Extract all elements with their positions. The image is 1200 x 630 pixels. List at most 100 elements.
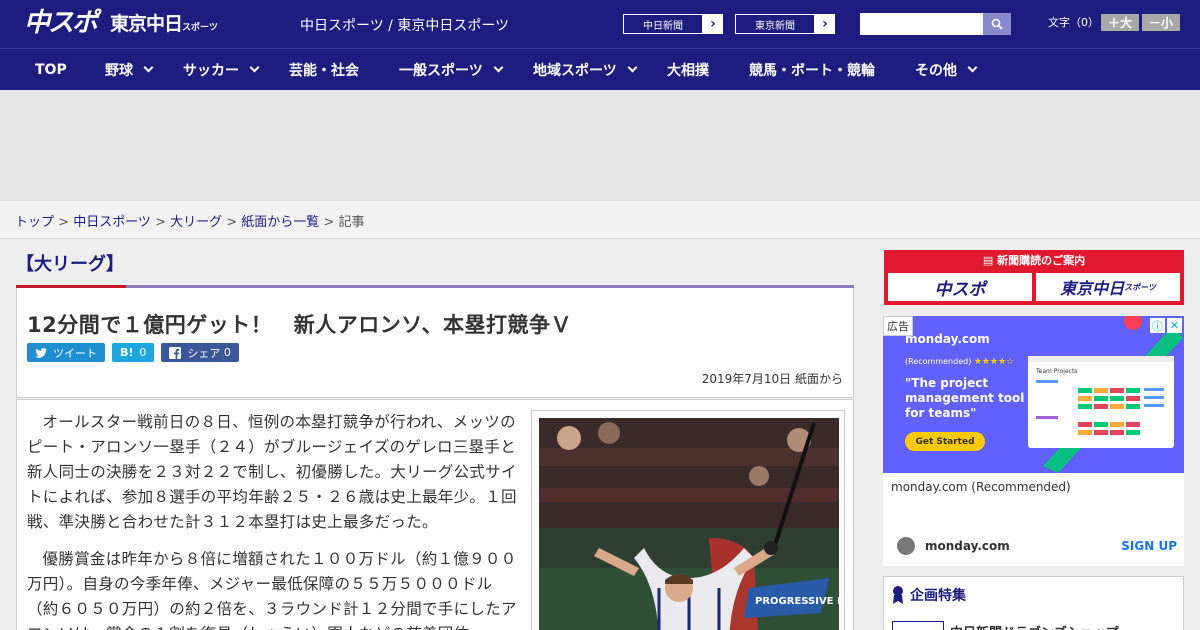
logo-tokyo-chunichi[interactable]: 東京中日スポーツ — [110, 12, 218, 40]
breadcrumb-mlb[interactable]: 大リーグ — [170, 215, 222, 230]
breadcrumb-sep: > — [222, 215, 242, 230]
ad-screen-title: Team Projects — [1036, 368, 1078, 375]
ad-info-icon[interactable]: ⓘ — [1150, 318, 1165, 333]
ad-caption[interactable]: monday.com (Recommended) — [891, 480, 1071, 494]
breadcrumb-current: 記事 — [338, 215, 365, 230]
chevron-down-icon — [143, 62, 154, 73]
ad-visual[interactable]: 広告 ⓘ ✕ monday.com (Recommended) ★★★★☆ "T… — [883, 316, 1184, 473]
nav-label: 一般スポーツ — [399, 62, 483, 79]
top-ad-area — [0, 90, 1200, 200]
logo-tokyo-small: スポーツ — [182, 23, 218, 33]
subscription-title-text: 新聞購読のご案内 — [997, 254, 1086, 267]
ad-headline: "The project management tool for teams" — [905, 376, 1025, 420]
player-photo-illustration: PROGRESSIVE FIELD — [539, 418, 839, 630]
nav-label: その他 — [915, 62, 957, 79]
nav-top[interactable]: TOP — [35, 49, 67, 90]
chevron-down-icon — [249, 62, 260, 73]
category-heading: 【大リーグ】 — [16, 254, 124, 275]
ad-domain[interactable]: monday.com — [925, 539, 1010, 553]
subscription-title: ▤ 新聞購読のご案内 — [884, 252, 1184, 268]
breadcrumb-chunichi-sports[interactable]: 中日スポーツ — [73, 215, 151, 230]
logo-tokyo-text: 東京中日 — [110, 13, 183, 35]
breadcrumb-top[interactable]: トップ — [15, 215, 54, 230]
article-text: オールスター戦前日の８日、恒例の本塁打競争が行われ、メッツのピート・アロンソ一塁… — [27, 410, 517, 630]
ad-brand: monday.com — [905, 332, 990, 346]
search-input[interactable] — [860, 13, 983, 35]
site-header: 中スポ 東京中日スポーツ 中日スポーツ / 東京中日スポーツ 中日新聞 › 東京… — [0, 0, 1200, 48]
article-paragraph: オールスター戦前日の８日、恒例の本塁打競争が行われ、メッツのピート・アロンソ一塁… — [27, 413, 517, 531]
font-size-label: 文字（0） — [1048, 16, 1099, 29]
globe-icon — [897, 537, 915, 555]
article-title: 12分間で１億円ゲット！ 新人アロンソ、本塁打競争Ｖ — [27, 313, 572, 337]
tokyo-shimbun-button[interactable]: 東京新聞 › — [734, 13, 836, 35]
feature-thumbnail — [892, 621, 944, 630]
chevron-right-icon: › — [710, 16, 716, 32]
subscription-logo-tokyo[interactable]: 東京中日 スポーツ — [1036, 273, 1180, 301]
search-icon — [991, 18, 1003, 30]
photo-sign-text: PROGRESSIVE FIELD — [755, 596, 839, 607]
sidebar-ad[interactable]: 広告 ⓘ ✕ monday.com (Recommended) ★★★★☆ "T… — [883, 316, 1184, 566]
ribbon-icon — [893, 586, 903, 604]
subscription-logo-tokyo-small: スポーツ — [1124, 282, 1156, 292]
nav-others[interactable]: その他 — [915, 49, 978, 90]
breadcrumb-paper-list[interactable]: 紙面から一覧 — [241, 215, 319, 230]
breadcrumb: トップ > 中日スポーツ > 大リーグ > 紙面から一覧 > 記事 — [15, 211, 365, 230]
facebook-icon — [169, 346, 182, 359]
ad-reco-text: (Recommended) — [905, 357, 972, 366]
nav-racing[interactable]: 競馬・ボート・競輪 — [749, 49, 875, 90]
ad-screenshot: Team Projects — [1028, 356, 1174, 448]
article-paragraph: 優勝賞金は昨年から８倍に増額された１００万ドル（約１億９００万円）。自身の今季年… — [27, 550, 517, 630]
chevron-right-icon: › — [822, 16, 828, 32]
nav-baseball[interactable]: 野球 — [105, 49, 154, 90]
font-larger-button[interactable]: ＋大 — [1101, 14, 1139, 31]
breadcrumb-sep: > — [319, 215, 339, 230]
search-button[interactable] — [983, 13, 1011, 35]
chunichi-shimbun-button[interactable]: 中日新聞 › — [622, 13, 724, 35]
nav-sumo[interactable]: 大相撲 — [667, 49, 709, 90]
article-body: オールスター戦前日の８日、恒例の本塁打競争が行われ、メッツのピート・アロンソ一塁… — [16, 399, 854, 630]
nav-label: TOP — [35, 61, 67, 78]
article-photo-frame: PROGRESSIVE FIELD — [531, 410, 845, 630]
nav-label: 芸能・社会 — [289, 62, 359, 79]
article-header: 12分間で１億円ゲット！ 新人アロンソ、本塁打競争Ｖ ツイート B! 0 シェア… — [16, 288, 854, 398]
breadcrumb-bar: トップ > 中日スポーツ > 大リーグ > 紙面から一覧 > 記事 — [0, 200, 1200, 239]
nav-soccer[interactable]: サッカー — [183, 49, 260, 90]
tweet-label: ツイート — [53, 346, 97, 360]
article-photo[interactable]: PROGRESSIVE FIELD — [539, 418, 839, 630]
hatena-bookmark-button[interactable]: B! 0 — [112, 343, 155, 362]
chunichi-shimbun-label: 中日新聞 — [623, 14, 703, 34]
ad-reco: (Recommended) ★★★★☆ — [905, 357, 1014, 367]
star-rating-icon: ★★★★☆ — [973, 357, 1015, 367]
font-smaller-button[interactable]: －小 — [1142, 14, 1180, 31]
breadcrumb-sep: > — [150, 215, 171, 230]
subscription-logo-chuspo[interactable]: 中スポ — [888, 273, 1032, 301]
nav-entertainment[interactable]: 芸能・社会 — [289, 49, 359, 90]
article-date: 2019年7月10日 紙面から — [701, 372, 843, 386]
share-row: ツイート B! 0 シェア 0 — [27, 343, 239, 362]
twitter-icon — [35, 347, 47, 358]
ad-controls: ⓘ ✕ — [1150, 318, 1182, 333]
ad-footer: monday.com SIGN UP — [897, 536, 1177, 556]
hatena-count: 0 — [139, 346, 147, 359]
ad-get-started-button[interactable]: Get Started — [905, 432, 985, 451]
main-nav: TOP 野球 サッカー 芸能・社会 一般スポーツ 地域スポーツ 大相撲 競馬・ボ… — [0, 48, 1200, 90]
newspaper-icon: ▤ — [982, 254, 998, 267]
nav-local-sports[interactable]: 地域スポーツ — [533, 49, 638, 90]
tweet-button[interactable]: ツイート — [27, 343, 105, 362]
close-icon[interactable]: ✕ — [1167, 318, 1182, 333]
feature-title: 企画特集 — [910, 588, 966, 604]
logo-chuspo[interactable]: 中スポ — [24, 9, 98, 37]
nav-label: 競馬・ボート・競輪 — [749, 62, 875, 79]
breadcrumb-sep: > — [54, 215, 74, 230]
nav-label: 大相撲 — [667, 62, 709, 79]
chevron-down-icon — [493, 62, 504, 73]
feature-item-label: 中日新聞ドラゴンズショップ — [950, 622, 1119, 630]
ad-signup-button[interactable]: SIGN UP — [1121, 539, 1177, 553]
chevron-down-icon — [627, 62, 638, 73]
subscription-banner[interactable]: ▤ 新聞購読のご案内 中スポ 東京中日 スポーツ — [884, 250, 1184, 305]
nav-general-sports[interactable]: 一般スポーツ — [399, 49, 504, 90]
nav-label: 野球 — [105, 62, 133, 79]
header-site-links[interactable]: 中日スポーツ / 東京中日スポーツ — [300, 15, 509, 35]
feature-item-dragons-shop[interactable]: 中日新聞ドラゴンズショップ — [892, 621, 1119, 630]
facebook-share-button[interactable]: シェア 0 — [161, 343, 239, 362]
